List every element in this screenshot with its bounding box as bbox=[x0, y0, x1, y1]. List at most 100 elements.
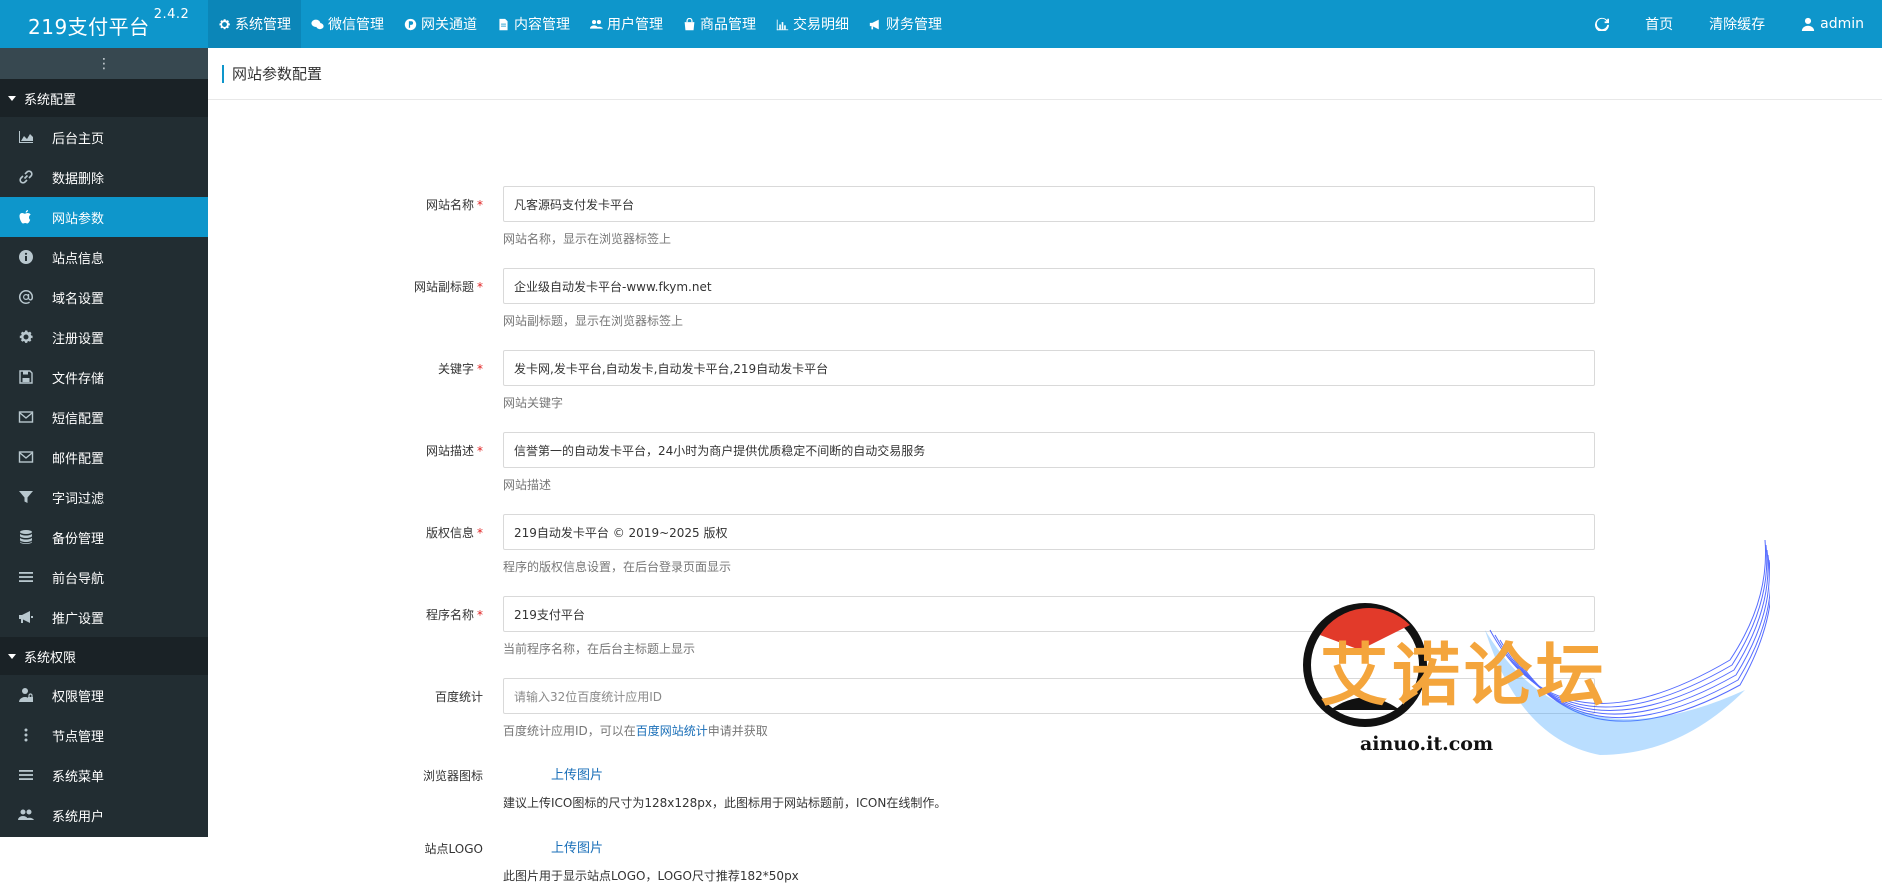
topnav-gateway[interactable]: 网关通道 bbox=[394, 0, 487, 48]
home-link[interactable]: 首页 bbox=[1627, 14, 1691, 34]
at-icon bbox=[18, 289, 33, 304]
users-icon bbox=[590, 19, 603, 29]
sidebar-item-label: 字词过滤 bbox=[52, 491, 105, 507]
topnav-label: 交易明细 bbox=[793, 17, 849, 33]
sidebar-item-domain[interactable]: 域名设置 bbox=[0, 277, 208, 317]
logo-upload-button[interactable]: 上传图片 bbox=[551, 837, 603, 856]
sidebar-item-site-params[interactable]: 网站参数 bbox=[0, 197, 208, 237]
top-right-actions: 首页 清除缓存 admin bbox=[1577, 0, 1882, 48]
top-navbar: 219支付平台 2.4.2 系统管理 微信管理 网关通道 内容管理 用户管理 商… bbox=[0, 0, 1882, 48]
sidebar-item-system-users[interactable]: 系统用户 bbox=[0, 795, 208, 835]
clear-cache-button[interactable]: 清除缓存 bbox=[1691, 14, 1783, 34]
topnav-label: 用户管理 bbox=[607, 17, 663, 33]
envelope-icon bbox=[18, 411, 34, 423]
field-help: 网站副标题，显示在浏览器标签上 bbox=[503, 314, 684, 328]
sidebar-group-system-config[interactable]: 系统配置 bbox=[0, 79, 208, 117]
sidebar-item-label: 文件存储 bbox=[52, 371, 105, 387]
sidebar-item-register[interactable]: 注册设置 bbox=[0, 317, 208, 357]
sidebar-item-storage[interactable]: 文件存储 bbox=[0, 357, 208, 397]
sidebar-item-permission-mgmt[interactable]: 权限管理 bbox=[0, 675, 208, 715]
field-help: 此图片用于显示站点LOGO，LOGO尺寸推荐182*50px bbox=[503, 869, 799, 883]
description-input[interactable]: 信誉第一的自动发卡平台，24小时为商户提供优质稳定不间断的自动交易服务 bbox=[503, 432, 1595, 468]
gear-icon bbox=[219, 18, 230, 29]
field-label: 关键字 * bbox=[437, 362, 483, 376]
menu-icon bbox=[19, 572, 33, 582]
sidebar-item-label: 短信配置 bbox=[52, 411, 105, 427]
sidebar-item-site-info[interactable]: 站点信息 bbox=[0, 237, 208, 277]
topnav-system[interactable]: 系统管理 bbox=[208, 0, 301, 48]
watermark: 艾诺论坛 ainuo.it.com bbox=[1300, 540, 1770, 770]
sidebar: ⋮ 系统配置 后台主页 数据删除 网站参数 站点信息 域名设置 注册设置 文件存… bbox=[0, 48, 208, 837]
field-label: 网站描述 * bbox=[425, 444, 483, 458]
baidu-stats-link[interactable]: 百度网站统计 bbox=[636, 724, 708, 738]
topnav-finance[interactable]: 财务管理 bbox=[859, 0, 952, 48]
megaphone-icon bbox=[869, 19, 879, 29]
sidebar-item-system-menu[interactable]: 系统菜单 bbox=[0, 755, 208, 795]
sidebar-item-data-delete[interactable]: 数据删除 bbox=[0, 157, 208, 197]
group-label: 系统权限 bbox=[24, 650, 77, 666]
bullhorn-icon bbox=[19, 611, 33, 623]
shopping-bag-icon bbox=[684, 17, 695, 30]
site-name-input[interactable]: 凡客源码支付发卡平台 bbox=[503, 186, 1595, 222]
sidebar-toggle[interactable]: ⋮ bbox=[0, 48, 208, 79]
field-label: 网站名称 * bbox=[425, 198, 483, 212]
sidebar-item-label: 系统菜单 bbox=[52, 769, 105, 785]
topnav-content[interactable]: 内容管理 bbox=[487, 0, 580, 48]
menu-icon bbox=[19, 770, 33, 780]
watermark-url: ainuo.it.com bbox=[1360, 733, 1494, 755]
field-label: 网站副标题 * bbox=[413, 280, 483, 294]
clear-cache-label: 清除缓存 bbox=[1709, 17, 1766, 33]
field-help: 程序的版权信息设置，在后台登录页面显示 bbox=[503, 560, 732, 574]
wechat-icon bbox=[311, 19, 324, 29]
sidebar-item-node-mgmt[interactable]: 节点管理 bbox=[0, 715, 208, 755]
sidebar-item-label: 网站参数 bbox=[52, 211, 105, 227]
sidebar-item-label: 邮件配置 bbox=[52, 451, 105, 467]
field-help: 百度统计应用ID，可以在百度网站统计申请并获取 bbox=[503, 724, 768, 738]
page-header: 网站参数配置 bbox=[208, 48, 1882, 100]
brand-logo[interactable]: 219支付平台 2.4.2 bbox=[0, 0, 208, 48]
sidebar-item-front-nav[interactable]: 前台导航 bbox=[0, 557, 208, 597]
sidebar-item-dashboard[interactable]: 后台主页 bbox=[0, 117, 208, 157]
user-menu[interactable]: admin bbox=[1783, 16, 1882, 32]
group-label: 系统配置 bbox=[24, 92, 77, 108]
field-help: 当前程序名称，在后台主标题上显示 bbox=[503, 642, 696, 656]
sidebar-item-label: 注册设置 bbox=[52, 331, 105, 347]
sidebar-item-sms[interactable]: 短信配置 bbox=[0, 397, 208, 437]
brand-version: 2.4.2 bbox=[153, 7, 190, 22]
field-label: 浏览器图标 bbox=[422, 769, 483, 783]
keywords-input[interactable]: 发卡网,发卡平台,自动发卡,自动发卡平台,219自动发卡平台 bbox=[503, 350, 1595, 386]
caret-down-icon bbox=[8, 653, 16, 659]
floppy-icon bbox=[19, 370, 33, 384]
sidebar-item-label: 备份管理 bbox=[52, 531, 105, 547]
topnav-products[interactable]: 商品管理 bbox=[673, 0, 766, 48]
brand-name: 219支付平台 bbox=[28, 15, 150, 39]
topnav-users[interactable]: 用户管理 bbox=[580, 0, 673, 48]
sidebar-item-label: 前台导航 bbox=[52, 571, 105, 587]
area-chart-icon bbox=[19, 131, 33, 143]
watermark-text: 艾诺论坛 bbox=[1320, 636, 1609, 716]
favicon-upload-button[interactable]: 上传图片 bbox=[551, 764, 603, 783]
sidebar-item-label: 域名设置 bbox=[52, 291, 105, 307]
apple-icon bbox=[19, 210, 31, 224]
sidebar-item-backup[interactable]: 备份管理 bbox=[0, 517, 208, 557]
field-help: 网站名称，显示在浏览器标签上 bbox=[503, 232, 672, 246]
sidebar-item-promotion[interactable]: 推广设置 bbox=[0, 597, 208, 637]
sidebar-item-label: 站点信息 bbox=[52, 251, 105, 267]
subtitle-input[interactable]: 企业级自动发卡平台-www.fkym.net bbox=[503, 268, 1595, 304]
filter-icon bbox=[19, 491, 33, 503]
document-icon bbox=[499, 18, 508, 30]
topnav-wechat[interactable]: 微信管理 bbox=[301, 0, 394, 48]
sidebar-item-email[interactable]: 邮件配置 bbox=[0, 437, 208, 477]
topnav-label: 商品管理 bbox=[700, 17, 756, 33]
sidebar-item-word-filter[interactable]: 字词过滤 bbox=[0, 477, 208, 517]
page-title: 网站参数配置 bbox=[232, 65, 323, 83]
info-icon bbox=[19, 250, 33, 264]
link-icon bbox=[19, 170, 33, 184]
topnav-label: 网关通道 bbox=[421, 17, 477, 33]
field-label: 百度统计 bbox=[434, 690, 483, 704]
sidebar-item-label: 推广设置 bbox=[52, 611, 105, 627]
topnav-transactions[interactable]: 交易明细 bbox=[766, 0, 859, 48]
refresh-icon bbox=[1595, 17, 1610, 31]
sidebar-group-permissions[interactable]: 系统权限 bbox=[0, 637, 208, 675]
refresh-button[interactable] bbox=[1577, 17, 1627, 31]
